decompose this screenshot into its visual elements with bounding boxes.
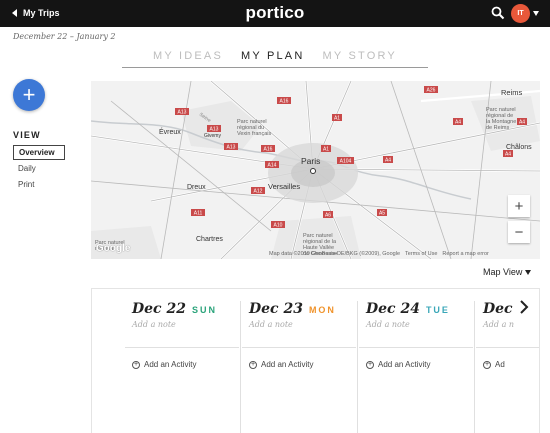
row-divider — [359, 347, 473, 348]
view-heading: VIEW — [13, 130, 41, 140]
add-activity-label: Add an Activity — [378, 360, 431, 369]
column-divider — [357, 301, 358, 433]
add-activity-button[interactable]: + Ad — [483, 360, 505, 369]
chevron-right-icon[interactable] — [517, 299, 531, 315]
place-label-versailles: Versailles — [268, 182, 300, 191]
plus-icon: + — [22, 82, 36, 107]
row-divider — [476, 347, 539, 348]
google-logo: Google — [96, 243, 131, 254]
road-label: A13 — [227, 145, 236, 151]
place-label-evreux: Évreux — [159, 127, 181, 136]
zoom-in-button[interactable]: + — [508, 195, 530, 217]
day-header: Dec — [483, 301, 539, 317]
road-label: A11 — [194, 211, 203, 217]
park-line: de Reims — [486, 125, 509, 131]
day-of-week: MON — [308, 305, 336, 315]
add-button[interactable]: + — [13, 79, 45, 111]
add-note-field[interactable]: Add a note — [366, 320, 476, 329]
road-label: A4 — [519, 120, 525, 126]
road-label: A26 — [427, 88, 436, 94]
day-date: Dec 23 — [249, 301, 303, 317]
day-date: Dec — [483, 301, 513, 317]
place-label-chalons: Châlons — [506, 144, 532, 151]
day-of-week: SUN — [191, 305, 217, 315]
add-activity-button[interactable]: + Add an Activity — [249, 360, 313, 369]
row-divider — [125, 347, 239, 348]
column-divider — [474, 301, 475, 433]
road-label: A1 — [334, 116, 340, 122]
view-option-daily[interactable]: Daily — [13, 162, 65, 177]
plus-circle-icon: + — [249, 360, 257, 369]
day-planner: Dec 22 SUN Add a note Dec 23 MON Add a not… — [91, 288, 540, 433]
plus-circle-icon: + — [366, 360, 374, 369]
road-label: A10 — [274, 223, 283, 229]
road-label: A5 — [379, 211, 385, 217]
map-data-credit: Map data ©2019 GeoBasis-DE/BKG (©2009), … — [269, 251, 401, 257]
search-icon[interactable] — [491, 6, 505, 20]
place-label-reims: Reims — [501, 88, 523, 97]
add-note-field[interactable]: Add a n — [483, 320, 539, 329]
road-label: A13 — [210, 127, 219, 133]
road-label: A4 — [505, 152, 511, 158]
road-label: A4 — [385, 158, 391, 164]
map-view-label: Map View — [483, 267, 523, 277]
place-label-chartres: Chartres — [196, 236, 223, 243]
user-avatar[interactable]: IT — [511, 4, 530, 23]
day-header: Dec 22 SUN — [132, 301, 242, 317]
plus-circle-icon: + — [132, 360, 140, 369]
column-divider — [240, 301, 241, 433]
paris-marker — [310, 168, 316, 174]
road-label: A4 — [455, 120, 461, 126]
plus-circle-icon: + — [483, 360, 491, 369]
tab-my-ideas[interactable]: MY IDEAS — [153, 49, 223, 67]
map-view-toggle[interactable]: Map View — [483, 267, 532, 277]
road-label: A12 — [254, 189, 263, 195]
top-bar: My Trips portico IT — [0, 0, 550, 27]
day-date: Dec 24 — [366, 301, 420, 317]
row-divider — [242, 347, 356, 348]
map-attribution: Map data ©2019 GeoBasis-DE/BKG (©2009), … — [269, 251, 489, 257]
day-of-week: TUE — [425, 305, 450, 315]
terms-link[interactable]: Terms of Use — [405, 251, 437, 257]
minus-icon: − — [514, 223, 524, 241]
trip-tabs: MY IDEAS MY PLAN MY STORY — [122, 49, 428, 68]
plus-icon: + — [514, 197, 524, 215]
add-activity-button[interactable]: + Add an Activity — [132, 360, 196, 369]
road-label: A6 — [325, 213, 331, 219]
road-label: A14 — [268, 163, 277, 169]
day-date: Dec 22 — [132, 301, 186, 317]
caret-down-icon — [525, 269, 532, 275]
place-label-dreux: Dreux — [187, 184, 206, 191]
place-label-paris: Paris — [301, 156, 320, 166]
view-option-overview[interactable]: Overview — [13, 145, 65, 160]
zoom-out-button[interactable]: − — [508, 221, 530, 243]
road-label: A13 — [178, 110, 187, 116]
report-map-error-link[interactable]: Report a map error — [442, 251, 488, 257]
day-header: Dec 24 TUE — [366, 301, 476, 317]
road-label: A16 — [280, 99, 289, 105]
map-canvas[interactable]: A16 A1 A26 A13 A13 A16 A1 A4 A4 A104 A4 … — [91, 81, 540, 259]
place-label-givemy: Givemy — [204, 133, 221, 139]
caret-down-icon[interactable] — [533, 11, 539, 16]
add-note-field[interactable]: Add a note — [249, 320, 359, 329]
view-option-print[interactable]: Print — [13, 178, 65, 193]
add-note-field[interactable]: Add a note — [132, 320, 242, 329]
tab-my-plan[interactable]: MY PLAN — [241, 49, 305, 67]
trip-dates: December 22 – January 2 — [13, 32, 116, 41]
day-header: Dec 23 MON — [249, 301, 359, 317]
road-label: A16 — [264, 147, 273, 153]
park-line: Vexin français — [237, 131, 271, 137]
tab-my-story[interactable]: MY STORY — [323, 49, 397, 67]
add-activity-button[interactable]: + Add an Activity — [366, 360, 430, 369]
add-activity-label: Ad — [495, 360, 505, 369]
add-activity-label: Add an Activity — [144, 360, 197, 369]
add-activity-label: Add an Activity — [261, 360, 314, 369]
portico-logo[interactable]: portico — [0, 3, 550, 23]
road-label: A1 — [323, 147, 329, 153]
road-label: A104 — [340, 159, 352, 165]
trip-map[interactable]: A16 A1 A26 A13 A13 A16 A1 A4 A4 A104 A4 … — [91, 81, 540, 259]
